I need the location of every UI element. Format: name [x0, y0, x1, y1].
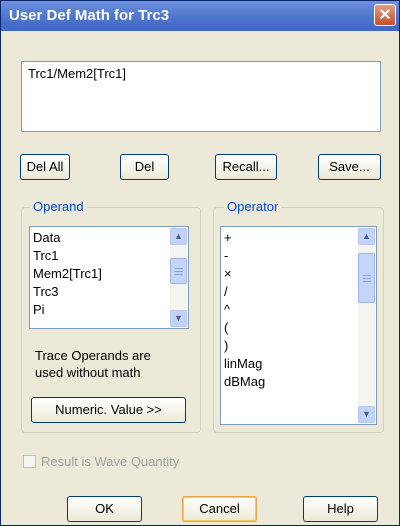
list-item[interactable]: - [224, 247, 356, 265]
close-icon: ✕ [378, 7, 392, 24]
list-item[interactable]: Mem2[Trc1] [33, 265, 168, 283]
operator-scrollbar[interactable]: ▲ ▼ [358, 228, 375, 423]
operand-note-line1: Trace Operands are [35, 348, 151, 363]
list-item[interactable]: / [224, 283, 356, 301]
list-item[interactable]: ^ [224, 301, 356, 319]
scroll-thumb[interactable] [358, 253, 375, 303]
list-item[interactable]: + [224, 229, 356, 247]
list-item[interactable]: Pi [33, 301, 168, 319]
scroll-up-arrow-icon[interactable]: ▲ [358, 228, 375, 245]
list-item[interactable]: ) [224, 337, 356, 355]
ok-button[interactable]: OK [67, 496, 142, 522]
cancel-button[interactable]: Cancel [182, 496, 257, 522]
recall-button[interactable]: Recall... [215, 154, 277, 180]
list-item[interactable]: ( [224, 319, 356, 337]
operand-label: Operand [30, 199, 87, 214]
operand-note-line2: used without math [35, 365, 141, 380]
result-wave-label: Result is Wave Quantity [41, 454, 180, 469]
title-bar[interactable]: User Def Math for Trc3 ✕ [1, 1, 399, 31]
operand-items: Data Trc1 Mem2[Trc1] Trc3 Pi [33, 229, 168, 319]
scroll-thumb[interactable] [170, 258, 187, 284]
list-item[interactable]: Trc1 [33, 247, 168, 265]
list-item[interactable]: × [224, 265, 356, 283]
formula-field[interactable]: Trc1/Mem2[Trc1] [21, 61, 381, 132]
save-button[interactable]: Save... [318, 154, 381, 180]
del-button[interactable]: Del [120, 154, 169, 180]
operator-items: + - × / ^ ( ) linMag dBMag [224, 229, 356, 391]
operand-scrollbar[interactable]: ▲ ▼ [170, 228, 187, 327]
dialog-window: User Def Math for Trc3 ✕ Trc1/Mem2[Trc1]… [0, 0, 400, 526]
help-button[interactable]: Help [303, 496, 378, 522]
scroll-up-arrow-icon[interactable]: ▲ [170, 228, 187, 245]
scroll-down-arrow-icon[interactable]: ▼ [170, 310, 187, 327]
list-item[interactable]: linMag [224, 355, 356, 373]
operator-list[interactable]: + - × / ^ ( ) linMag dBMag ▲ ▼ [220, 226, 377, 425]
close-button[interactable]: ✕ [374, 4, 396, 26]
list-item[interactable]: dBMag [224, 373, 356, 391]
numeric-value-button[interactable]: Numeric. Value >> [31, 397, 186, 423]
list-item[interactable]: Trc3 [33, 283, 168, 301]
operator-label: Operator [224, 199, 282, 214]
del-all-button[interactable]: Del All [20, 154, 70, 180]
scroll-down-arrow-icon[interactable]: ▼ [358, 406, 375, 423]
list-item[interactable]: Data [33, 229, 168, 247]
window-title: User Def Math for Trc3 [9, 7, 170, 24]
operand-list[interactable]: Data Trc1 Mem2[Trc1] Trc3 Pi ▲ ▼ [29, 226, 189, 329]
result-wave-checkbox[interactable] [23, 455, 36, 468]
